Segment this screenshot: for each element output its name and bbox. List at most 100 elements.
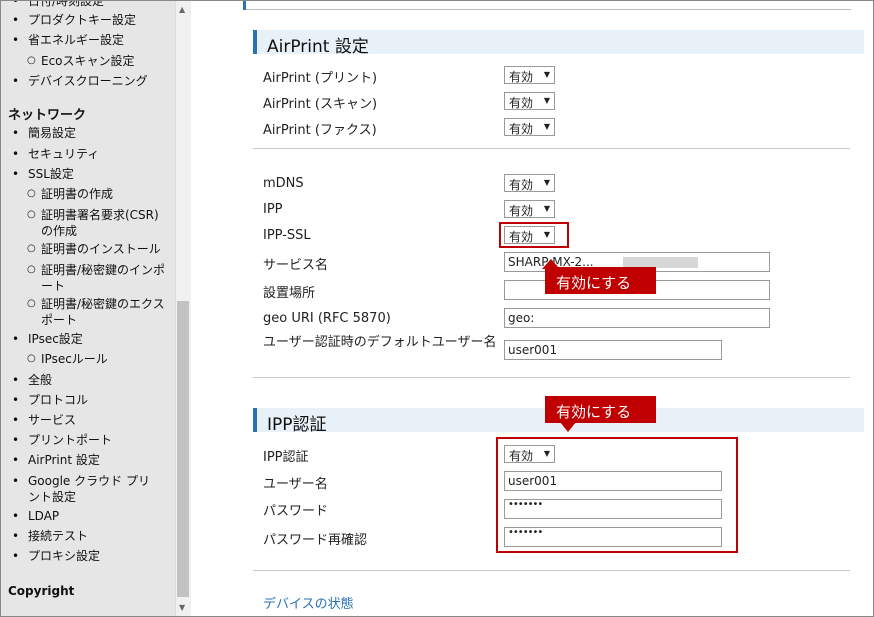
scrollbar-thumb[interactable]	[177, 301, 189, 597]
mdns-select[interactable]: 有効 ▼	[504, 174, 555, 192]
nav-item[interactable]: • AirPrint 設定	[12, 452, 100, 468]
airprint-fax-select[interactable]: 有効 ▼	[504, 118, 555, 136]
nav-item-label: 証明書署名要求(CSR)の作成	[41, 208, 159, 238]
enable-callout-2: 有効にする	[545, 396, 656, 423]
bullet-icon: •	[12, 413, 20, 427]
nav-item[interactable]: • プロダクトキー設定	[12, 12, 137, 28]
circle-bullet-icon: ○	[27, 188, 36, 199]
bullet-icon: •	[12, 373, 20, 387]
nav-item-label: Google クラウド プリント設定	[28, 474, 150, 504]
ipp-auth-highlight-box	[496, 437, 738, 553]
nav-item-label: AirPrint 設定	[28, 453, 100, 467]
nav-subitem[interactable]: ○ 証明書のインストール	[27, 241, 161, 257]
nav-item-label: セキュリティ	[28, 147, 100, 161]
bullet-icon: •	[12, 74, 20, 88]
default-user-input[interactable]: user001	[504, 340, 722, 360]
nav-item-label: プロダクトキー設定	[28, 13, 137, 27]
circle-bullet-icon: ○	[27, 298, 36, 309]
ipp-auth-label: IPP認証	[263, 450, 309, 465]
nav-item[interactable]: • 省エネルギー設定	[12, 32, 125, 48]
nav-subitem[interactable]: ○ 証明書の作成	[27, 186, 114, 202]
nav-subitem[interactable]: ○ 証明書/秘密鍵のエクスポート	[27, 296, 169, 328]
nav-item-label: 証明書の作成	[41, 187, 114, 201]
geo-uri-label: geo URI (RFC 5870)	[263, 311, 391, 326]
airprint-scan-select[interactable]: 有効 ▼	[504, 92, 555, 110]
nav-item-label: 日付/時刻設定	[28, 1, 105, 8]
nav-item-label: 接続テスト	[28, 529, 89, 543]
sidebar-scrollbar[interactable]: ▲ ▼	[175, 1, 191, 616]
bullet-icon: •	[12, 33, 20, 47]
nav-item-label: 全般	[28, 373, 53, 387]
callout-text: 有効にする	[556, 403, 632, 421]
nav-item[interactable]: • プロキシ設定	[12, 548, 101, 564]
scroll-down-arrow-icon[interactable]: ▼	[179, 603, 185, 612]
nav-item[interactable]: • LDAP	[12, 508, 60, 524]
password-label: パスワード	[263, 504, 329, 519]
section-divider	[253, 377, 850, 378]
bullet-icon: •	[12, 433, 20, 447]
bullet-icon: •	[12, 393, 20, 407]
dropdown-arrow-icon: ▼	[543, 70, 550, 79]
main-content: AirPrint 設定 AirPrint (プリント) 有効 ▼ AirPrin…	[191, 1, 873, 616]
section-divider	[253, 570, 850, 571]
section-divider	[253, 148, 850, 149]
nav-item[interactable]: • IPsec設定	[12, 331, 83, 347]
nav-subitem[interactable]: ○ 証明書/秘密鍵のインポート	[27, 262, 169, 294]
airprint-print-select[interactable]: 有効 ▼	[504, 66, 555, 84]
bullet-icon: •	[12, 529, 20, 543]
nav-item-label: SSL設定	[28, 167, 74, 181]
ipp-select[interactable]: 有効 ▼	[504, 200, 555, 218]
dropdown-arrow-icon: ▼	[543, 178, 550, 187]
device-status-link[interactable]: デバイスの状態	[263, 593, 354, 612]
sidebar-nav: • 日付/時刻設定 • プロダクトキー設定 • 省エネルギー設定 ○ Ecoスキャン設定 • デバ…	[1, 1, 175, 616]
nav-item-label: LDAP	[28, 509, 60, 523]
geo-uri-input[interactable]: geo:	[504, 308, 770, 328]
nav-item[interactable]: • 接続テスト	[12, 528, 89, 544]
ipp-ssl-label: IPP-SSL	[263, 228, 311, 243]
bullet-icon: •	[12, 509, 20, 523]
airprint-fax-label: AirPrint (ファクス)	[263, 123, 377, 138]
service-name-label: サービス名	[263, 258, 329, 273]
nav-item[interactable]: • SSL設定	[12, 166, 74, 182]
nav-item[interactable]: • デバイスクローニング	[12, 73, 148, 89]
bullet-icon: •	[12, 1, 20, 8]
nav-item-label: デバイスクローニング	[28, 74, 148, 88]
nav-item[interactable]: • 日付/時刻設定	[12, 1, 105, 9]
top-divider	[246, 9, 851, 10]
nav-item-label: プロキシ設定	[28, 549, 101, 563]
ipp-label: IPP	[263, 202, 283, 217]
select-value: 有効	[509, 70, 534, 84]
username-label: ユーザー名	[263, 477, 328, 492]
nav-item[interactable]: • プロトコル	[12, 392, 88, 408]
nav-item[interactable]: • 簡易設定	[12, 125, 76, 141]
nav-item[interactable]: • サービス	[12, 412, 77, 428]
bullet-icon: •	[12, 453, 20, 467]
window-frame: • 日付/時刻設定 • プロダクトキー設定 • 省エネルギー設定 ○ Ecoスキャン設定 • デバ…	[0, 0, 874, 617]
nav-item[interactable]: • セキュリティ	[12, 146, 100, 162]
ipp-ssl-highlight-box	[499, 222, 569, 248]
network-heading: ネットワーク	[8, 108, 87, 123]
input-value: geo:	[508, 311, 535, 325]
nav-subitem[interactable]: ○ 証明書署名要求(CSR)の作成	[27, 207, 169, 239]
default-user-label: ユーザー認証時のデフォルトユーザー名	[263, 335, 497, 350]
nav-item-label: 省エネルギー設定	[28, 33, 125, 47]
nav-item-label: 証明書のインストール	[41, 242, 161, 256]
nav-item[interactable]: • プリントポート	[12, 432, 113, 448]
nav-subitem[interactable]: ○ IPsecルール	[27, 351, 108, 367]
bullet-icon: •	[12, 13, 20, 27]
ipp-auth-section-title: IPP認証	[267, 415, 327, 435]
select-value: 有効	[509, 204, 534, 218]
select-value: 有効	[509, 122, 534, 136]
scroll-up-arrow-icon[interactable]: ▲	[179, 5, 185, 14]
nav-item-label: プリントポート	[28, 433, 113, 447]
nav-item[interactable]: • Google クラウド プリント設定	[12, 473, 153, 505]
circle-bullet-icon: ○	[27, 243, 36, 254]
enable-callout-1: 有効にする	[545, 267, 656, 294]
nav-subitem[interactable]: ○ Ecoスキャン設定	[27, 53, 135, 69]
nav-item-label: サービス	[28, 413, 77, 427]
airprint-scan-label: AirPrint (スキャン)	[263, 97, 378, 112]
callout-text: 有効にする	[556, 274, 632, 292]
callout-pointer	[560, 422, 576, 432]
bullet-icon: •	[12, 549, 20, 563]
nav-item[interactable]: • 全般	[12, 372, 53, 388]
